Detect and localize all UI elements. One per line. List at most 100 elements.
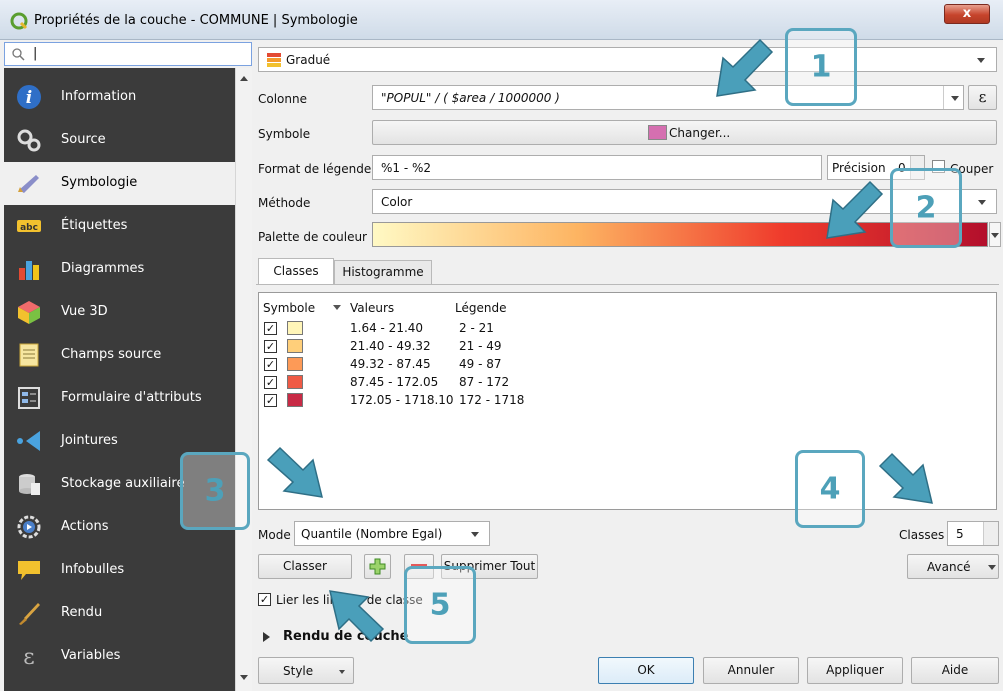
legend-format-input[interactable]: %1 - %2 xyxy=(372,155,822,180)
annotation-number: 3 xyxy=(204,473,226,509)
classes-value: 5 xyxy=(956,527,964,541)
classes-table[interactable]: Symbole Valeurs Légende ✓ 1.64 - 21.40 2… xyxy=(258,292,997,510)
epsilon-icon: ε xyxy=(978,88,987,106)
sidebar-item-label: Information xyxy=(61,89,137,104)
sidebar-item-champs-source[interactable]: Champs source xyxy=(4,334,235,377)
sidebar-item-diagrammes[interactable]: Diagrammes xyxy=(4,248,235,291)
header-legende[interactable]: Légende xyxy=(455,301,506,315)
colonne-label: Colonne xyxy=(258,92,307,106)
sidebar-scrollbar[interactable] xyxy=(235,68,252,691)
renderer-select[interactable]: Gradué xyxy=(258,47,997,72)
row-checkbox[interactable]: ✓ xyxy=(264,340,277,353)
expression-builder-button[interactable]: ε xyxy=(968,85,997,110)
legend-format-value: %1 - %2 xyxy=(381,161,432,175)
expand-arrow-icon[interactable] xyxy=(263,632,270,642)
legend-format-label: Format de légende xyxy=(258,162,372,176)
renderer-value: Gradué xyxy=(286,53,331,67)
sidebar-item-infobulles[interactable]: Infobulles xyxy=(4,549,235,592)
row-checkbox[interactable]: ✓ xyxy=(264,322,277,335)
table-row[interactable]: ✓ 49.32 - 87.45 49 - 87 xyxy=(259,356,759,373)
classes-spinbox[interactable]: 5 xyxy=(947,521,999,546)
row-checkbox[interactable]: ✓ xyxy=(264,394,277,407)
speech-bubble-icon xyxy=(16,557,42,583)
lier-limites-checkbox[interactable]: ✓ xyxy=(258,593,271,606)
row-color-swatch[interactable] xyxy=(287,321,303,335)
annotation-box-2: 2 xyxy=(890,168,962,248)
sidebar-item-source[interactable]: Source xyxy=(4,119,235,162)
sidebar-item-rendu[interactable]: Rendu xyxy=(4,592,235,635)
change-symbol-button[interactable]: Changer... xyxy=(372,120,997,145)
table-row[interactable]: ✓ 87.45 - 172.05 87 - 172 xyxy=(259,374,759,391)
annotation-number: 2 xyxy=(915,190,937,226)
add-class-button[interactable] xyxy=(364,554,391,579)
row-valeurs: 49.32 - 87.45 xyxy=(350,357,431,371)
sort-arrow-icon xyxy=(333,305,341,310)
classes-count-label: Classes xyxy=(899,528,945,542)
table-row[interactable]: ✓ 1.64 - 21.40 2 - 21 xyxy=(259,320,759,337)
avance-button[interactable]: Avancé xyxy=(907,554,999,579)
row-color-swatch[interactable] xyxy=(287,357,303,371)
tab-histogramme[interactable]: Histogramme xyxy=(334,260,432,284)
symbol-preview-swatch xyxy=(648,125,667,140)
row-checkbox[interactable]: ✓ xyxy=(264,376,277,389)
classer-button[interactable]: Classer xyxy=(258,554,352,579)
table-row[interactable]: ✓ 172.05 - 1718.10 172 - 1718 xyxy=(259,392,759,409)
header-symbole[interactable]: Symbole xyxy=(263,301,315,315)
sidebar-item-label: Vue 3D xyxy=(61,304,108,319)
sidebar-item-label: Étiquettes xyxy=(61,218,128,233)
lier-limites-label: Lier les limites de classe xyxy=(276,593,423,607)
svg-text:i: i xyxy=(26,88,32,108)
annotation-box-4: 4 xyxy=(795,450,865,528)
abc-label-icon: abc xyxy=(16,213,42,239)
style-button[interactable]: Style xyxy=(258,657,354,684)
row-color-swatch[interactable] xyxy=(287,339,303,353)
chevron-down-icon xyxy=(978,200,986,205)
search-input[interactable]: | xyxy=(4,42,252,66)
join-icon xyxy=(16,428,42,454)
sidebar-item-label: Champs source xyxy=(61,347,162,362)
epsilon-icon: ε xyxy=(16,643,42,669)
precision-label: Précision xyxy=(832,161,886,175)
form-icon xyxy=(16,385,42,411)
sidebar-item-label: Rendu xyxy=(61,605,103,620)
aide-button[interactable]: Aide xyxy=(911,657,999,684)
close-button[interactable]: x xyxy=(944,4,990,24)
table-row[interactable]: ✓ 21.40 - 49.32 21 - 49 xyxy=(259,338,759,355)
sidebar-item-symbologie[interactable]: Symbologie xyxy=(4,162,235,205)
chevron-down-icon xyxy=(977,58,985,63)
chevron-down-icon xyxy=(471,532,479,537)
annuler-button[interactable]: Annuler xyxy=(703,657,799,684)
gear-play-icon xyxy=(16,514,42,540)
svg-text:abc: abc xyxy=(20,223,38,233)
colonne-expression-input[interactable]: "POPUL" / ( $area / 1000000 ) xyxy=(372,85,964,110)
info-icon: i xyxy=(16,84,42,110)
style-label: Style xyxy=(283,664,314,678)
row-legende: 87 - 172 xyxy=(459,375,510,389)
rendu-couche-header[interactable]: Rendu de couche xyxy=(283,629,409,644)
annotation-number: 1 xyxy=(810,49,832,85)
row-color-swatch[interactable] xyxy=(287,393,303,407)
source-icon xyxy=(16,127,42,153)
sidebar-item-formulaire[interactable]: Formulaire d'attributs xyxy=(4,377,235,420)
row-checkbox[interactable]: ✓ xyxy=(264,358,277,371)
row-valeurs: 1.64 - 21.40 xyxy=(350,321,424,335)
row-color-swatch[interactable] xyxy=(287,375,303,389)
scroll-down-icon xyxy=(240,675,248,680)
sidebar-item-vue3d[interactable]: Vue 3D xyxy=(4,291,235,334)
ok-button[interactable]: OK xyxy=(598,657,694,684)
sidebar-item-variables[interactable]: ε Variables xyxy=(4,635,235,678)
sidebar-item-information[interactable]: i Information xyxy=(4,76,235,119)
appliquer-button[interactable]: Appliquer xyxy=(807,657,903,684)
header-valeurs[interactable]: Valeurs xyxy=(350,301,394,315)
sidebar-item-label: Variables xyxy=(61,648,121,663)
search-icon xyxy=(12,48,25,61)
tab-classes[interactable]: Classes xyxy=(258,258,334,284)
sidebar-item-label: Jointures xyxy=(61,433,118,448)
sidebar-item-etiquettes[interactable]: abc Étiquettes xyxy=(4,205,235,248)
avance-label: Avancé xyxy=(927,560,971,574)
mode-value: Quantile (Nombre Egal) xyxy=(301,527,443,541)
methode-value: Color xyxy=(381,195,413,209)
methode-label: Méthode xyxy=(258,196,311,210)
mode-select[interactable]: Quantile (Nombre Egal) xyxy=(294,521,490,546)
color-ramp-menu-button[interactable] xyxy=(989,222,1001,247)
